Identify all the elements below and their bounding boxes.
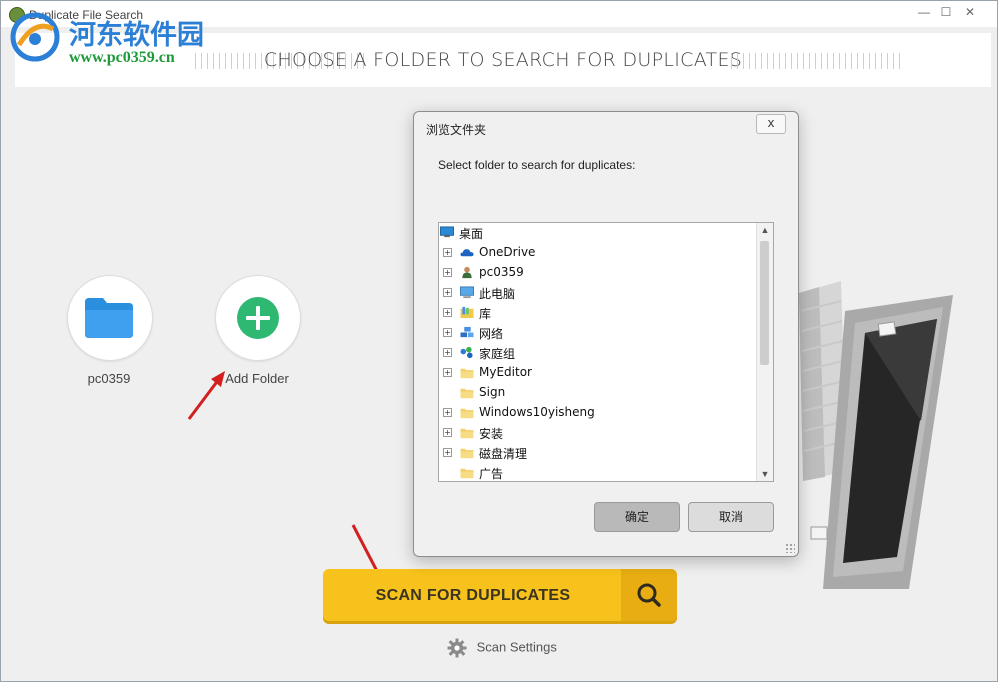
tree-item-label: 库 [479,307,492,321]
tree-item-label: OneDrive [479,245,536,259]
tree-item[interactable]: 广告 [439,463,759,481]
expand-icon[interactable]: + [443,368,452,377]
scroll-down-arrow-icon[interactable]: ▼ [757,467,773,481]
tree-item-label: pc0359 [479,265,524,279]
app-window: Duplicate File Search — ☐ ✕ CHOOSE A FOL… [0,0,998,682]
dialog-close-button[interactable]: x [756,114,786,134]
maximize-button[interactable]: ☐ [933,3,959,21]
scan-settings-label: Scan Settings [476,639,557,655]
watermark-site-name: 河东软件园 [69,20,204,51]
tree-item[interactable]: + Windows10yisheng [439,403,759,423]
expand-icon[interactable]: + [443,348,452,357]
folder-icon [85,298,133,338]
expand-icon[interactable]: + [443,248,452,257]
dialog-title: 浏览文件夹 [426,123,487,137]
expand-icon[interactable]: + [443,328,452,337]
dialog-prompt: Select folder to search for duplicates: [438,158,636,172]
gear-icon [447,638,467,658]
cancel-button[interactable]: 取消 [688,502,774,532]
folder-item-pc0359[interactable] [67,275,153,361]
tree-item[interactable]: + 此电脑 [439,283,759,303]
network-icon [460,326,474,338]
desktop-icon [440,226,454,238]
library-icon [460,306,474,319]
resize-grip[interactable] [785,543,795,553]
watermark-logo-icon [10,12,60,62]
tree-item[interactable]: + MyEditor [439,363,759,383]
tree-item[interactable]: + 家庭组 [439,343,759,363]
scan-settings-link[interactable]: Scan Settings [447,638,557,658]
scroll-up-arrow-icon[interactable]: ▲ [757,223,773,237]
tree-item[interactable]: + 网络 [439,323,759,343]
folder-icon [460,428,474,439]
folder-icon [460,448,474,459]
tree-item-label: 网络 [479,327,504,341]
expand-icon[interactable]: + [443,288,452,297]
header-decoration-right [731,53,901,69]
tree-scrollbar[interactable]: ▲ ▼ [756,223,773,481]
tree-item[interactable]: + pc0359 [439,263,759,283]
search-icon [637,583,661,607]
ok-button[interactable]: 确定 [594,502,680,532]
tree-item[interactable]: Sign [439,383,759,403]
tree-item-label: Windows10yisheng [479,405,595,419]
scan-search-segment [621,569,677,621]
expand-icon[interactable]: + [443,308,452,317]
cloud-icon [460,249,474,257]
tree-item-label: 家庭组 [479,347,516,361]
close-button[interactable]: ✕ [957,3,983,21]
expand-icon[interactable]: + [443,428,452,437]
expand-icon[interactable]: + [443,268,452,277]
tree-item-label: 此电脑 [479,287,516,301]
scroll-thumb[interactable] [760,241,769,365]
expand-icon[interactable]: + [443,408,452,417]
tree-item-label: 广告 [479,467,504,481]
tree-item[interactable]: 桌面 [439,223,759,243]
tree-item[interactable]: + 安装 [439,423,759,443]
annotation-arrow-add-folder [187,371,225,420]
folder-icon [460,388,474,399]
tree-item-label: Sign [479,385,506,399]
tree-item[interactable]: + 磁盘清理 [439,443,759,463]
homegroup-icon [460,346,473,359]
folder-icon [460,468,474,479]
plus-icon [237,297,279,339]
watermark-url: www.pc0359.cn [69,49,175,66]
tree-item-label: MyEditor [479,365,532,379]
folder-label: pc0359 [87,371,131,386]
computer-icon [460,286,474,299]
expand-icon[interactable]: + [443,448,452,457]
folder-icon [460,408,474,419]
add-folder-button[interactable] [215,275,301,361]
folder-tree[interactable]: 桌面 + OneDrive + pc0359 + 此电脑 + 库 + 网络 + 家庭组 + MyEditor… [438,222,774,482]
browse-folder-dialog: 浏览文件夹 x Select folder to search for dupl… [413,111,799,557]
scan-button-label: SCAN FOR DUPLICATES [375,587,571,604]
user-icon [462,266,472,279]
folder-icon [460,368,474,379]
tree-item-label: 安装 [479,427,504,441]
tree-item[interactable]: + OneDrive [439,243,759,263]
tree-item-label: 桌面 [459,225,484,242]
tree-item[interactable]: + 库 [439,303,759,323]
scan-for-duplicates-button[interactable]: SCAN FOR DUPLICATES [323,569,677,621]
tree-item-label: 磁盘清理 [479,447,528,461]
